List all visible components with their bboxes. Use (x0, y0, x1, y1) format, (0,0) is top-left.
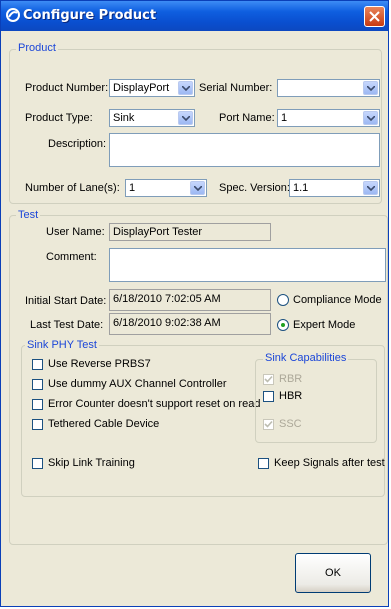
keep-signals-label[interactable]: Keep Signals after test (274, 457, 385, 469)
last-test-date-label: Last Test Date: (30, 319, 104, 331)
initial-start-date-label: Initial Start Date: (25, 295, 107, 307)
description-label: Description: (48, 138, 107, 150)
skip-link-training-label[interactable]: Skip Link Training (48, 457, 135, 469)
use-reverse-prbs7-checkbox[interactable] (32, 359, 43, 370)
sink-capabilities-legend: Sink Capabilities (263, 352, 349, 364)
port-name-label: Port Name: (219, 112, 275, 124)
keep-signals-checkbox[interactable] (258, 458, 269, 469)
spec-version-value: 1.1 (293, 182, 309, 194)
spec-version-select[interactable]: 1.1 (289, 179, 380, 197)
product-number-select[interactable]: DisplayPort (109, 79, 195, 97)
product-number-value: DisplayPort (113, 82, 170, 94)
tethered-cable-checkbox[interactable] (32, 419, 43, 430)
expert-mode-label[interactable]: Expert Mode (293, 319, 355, 331)
product-type-label: Product Type: (25, 112, 93, 124)
expert-mode-radio[interactable] (277, 319, 289, 331)
ssc-label: SSC (279, 418, 302, 430)
chevron-down-icon[interactable] (178, 81, 193, 95)
use-dummy-aux-checkbox[interactable] (32, 379, 43, 390)
chevron-down-icon[interactable] (363, 81, 378, 95)
comment-label: Comment: (46, 251, 97, 263)
compliance-mode-label[interactable]: Compliance Mode (293, 294, 382, 306)
comment-input[interactable] (109, 248, 386, 282)
chevron-down-icon[interactable] (363, 111, 378, 125)
user-name-label: User Name: (46, 226, 105, 238)
port-name-value: 1 (281, 112, 288, 124)
test-legend: Test (16, 209, 41, 221)
product-legend: Product (16, 42, 58, 54)
ok-button[interactable]: OK (295, 553, 371, 593)
error-counter-checkbox[interactable] (32, 399, 43, 410)
initial-start-date-field: 6/18/2010 7:02:05 AM (109, 289, 271, 311)
number-of-lanes-select[interactable]: 1 (125, 179, 207, 197)
tethered-cable-label[interactable]: Tethered Cable Device (48, 418, 159, 430)
spec-version-label: Spec. Version: (219, 182, 290, 194)
rbr-label: RBR (279, 373, 303, 385)
chevron-down-icon[interactable] (363, 181, 378, 195)
chevron-down-icon[interactable] (190, 181, 205, 195)
app-logo-icon (6, 8, 20, 22)
check-icon (264, 375, 273, 383)
serial-number-label: Serial Number: (199, 82, 273, 94)
rbr-checkbox (263, 374, 274, 385)
use-reverse-prbs7-label[interactable]: Use Reverse PRBS7 (48, 358, 151, 370)
configure-product-dialog: Configure Product Product Product Number… (0, 0, 389, 607)
serial-number-select[interactable] (277, 79, 380, 97)
product-type-select[interactable]: Sink (109, 109, 195, 127)
hbr-checkbox[interactable] (263, 391, 274, 402)
product-type-value: Sink (113, 112, 135, 124)
skip-link-training-checkbox[interactable] (32, 458, 43, 469)
product-number-label: Product Number: (25, 82, 109, 94)
hbr-label[interactable]: HBR (279, 390, 302, 402)
number-of-lanes-label: Number of Lane(s): (25, 182, 120, 194)
chevron-down-icon[interactable] (178, 111, 193, 125)
user-name-field: DisplayPort Tester (109, 223, 271, 241)
close-icon (369, 11, 380, 22)
error-counter-label[interactable]: Error Counter doesn't support reset on r… (48, 398, 260, 410)
window-title: Configure Product (23, 8, 157, 23)
number-of-lanes-value: 1 (129, 182, 136, 194)
check-icon (264, 420, 273, 428)
port-name-select[interactable]: 1 (277, 109, 380, 127)
compliance-mode-radio[interactable] (277, 294, 289, 306)
ssc-checkbox (263, 419, 274, 430)
title-bar[interactable]: Configure Product (1, 1, 388, 31)
radio-selected-dot (281, 323, 285, 327)
description-input[interactable] (109, 133, 380, 167)
last-test-date-field: 6/18/2010 9:02:38 AM (109, 313, 271, 335)
sink-phy-test-legend: Sink PHY Test (25, 339, 99, 351)
use-dummy-aux-label[interactable]: Use dummy AUX Channel Controller (48, 378, 227, 390)
close-button[interactable] (364, 6, 385, 27)
